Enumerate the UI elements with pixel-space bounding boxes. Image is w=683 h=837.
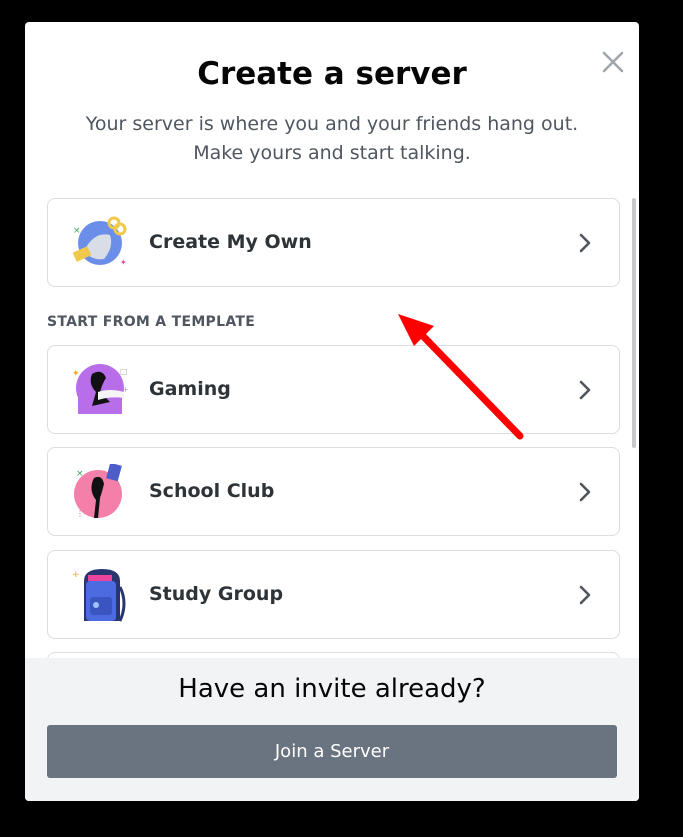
svg-text:✦: ✦ xyxy=(120,258,127,267)
template-list-scrollbar[interactable] xyxy=(632,198,636,448)
svg-text:×: × xyxy=(76,469,84,479)
svg-text:+: + xyxy=(122,385,129,394)
template-study-group-label: Study Group xyxy=(149,583,284,605)
svg-text:×: × xyxy=(73,226,81,236)
school-club-icon: × ⋮ xyxy=(74,464,122,518)
modal-title: Create a server xyxy=(197,56,467,92)
template-gaming-label: Gaming xyxy=(149,378,231,400)
chevron-right-icon xyxy=(579,585,591,605)
footer-title: Have an invite already? xyxy=(178,674,486,704)
study-group-icon: + xyxy=(72,569,126,622)
create-my-own-button[interactable]: × ✦ Create My Own xyxy=(47,198,620,287)
create-my-own-label: Create My Own xyxy=(149,231,312,253)
svg-text:✦: ✦ xyxy=(72,369,80,379)
template-study-group[interactable]: + Study Group xyxy=(47,550,620,639)
create-server-modal: Create a server Your server is where you… xyxy=(25,22,639,801)
template-school-club-label: School Club xyxy=(149,480,275,502)
template-section-heading: START FROM A TEMPLATE xyxy=(47,314,256,330)
planet-icon: × ✦ xyxy=(72,216,127,267)
modal-footer: Have an invite already? Join a Server xyxy=(25,658,639,801)
svg-text:□: □ xyxy=(120,367,128,376)
gaming-icon: ✦ □ + xyxy=(72,364,129,414)
svg-text:+: + xyxy=(72,570,80,580)
svg-text:⋮: ⋮ xyxy=(76,509,84,518)
chevron-right-icon xyxy=(579,233,591,253)
template-school-club[interactable]: × ⋮ School Club xyxy=(47,447,620,536)
join-server-button[interactable]: Join a Server xyxy=(47,725,617,778)
chevron-right-icon xyxy=(579,380,591,400)
modal-subtitle: Your server is where you and your friend… xyxy=(85,113,579,164)
chevron-right-icon xyxy=(579,482,591,502)
template-gaming[interactable]: ✦ □ + Gaming xyxy=(47,345,620,434)
